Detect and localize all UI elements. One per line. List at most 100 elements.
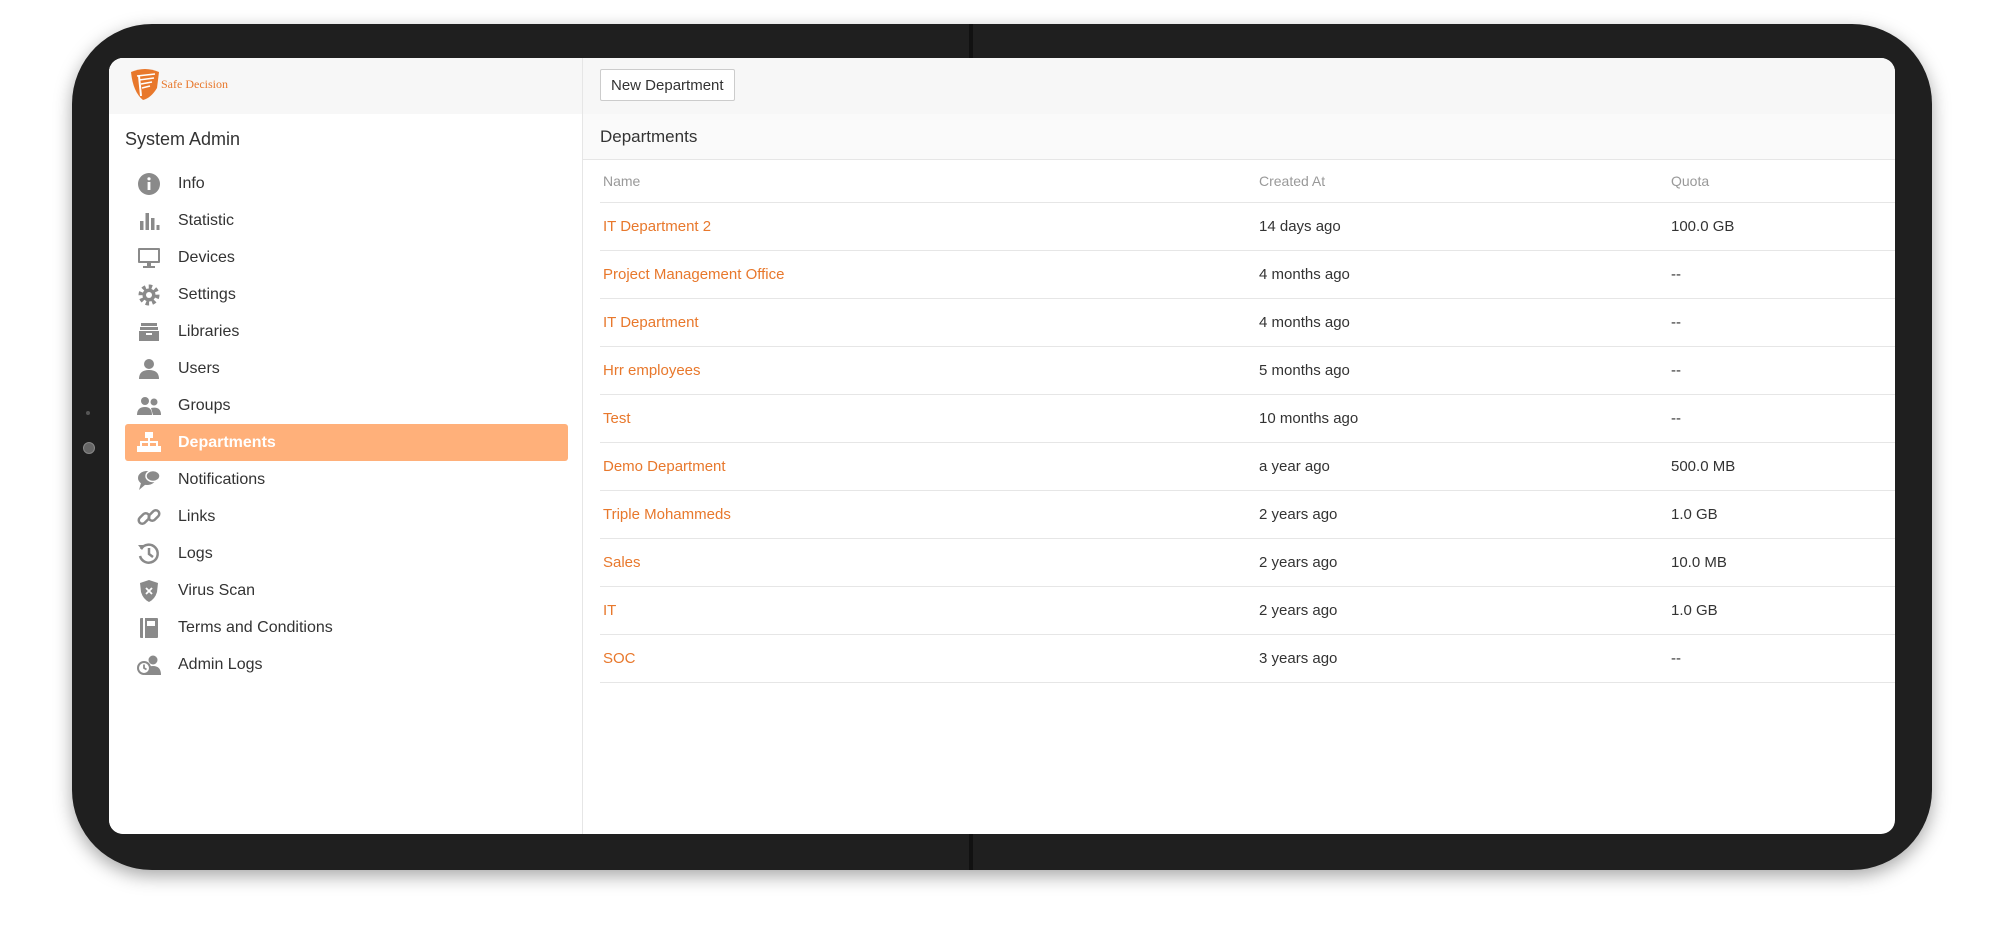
table-row[interactable]: IT 2 years ago 1.0 GB [600,586,1895,635]
sidebar-item-label: Libraries [178,322,240,340]
sidebar-item-terms[interactable]: Terms and Conditions [125,609,568,646]
created-at-cell: 2 years ago [1256,490,1668,539]
sidebar-item-statistic[interactable]: Statistic [125,202,568,239]
department-link[interactable]: IT Department [603,314,699,331]
table-row[interactable]: Hrr employees 5 months ago -- [600,346,1895,395]
sidebar-item-label: Terms and Conditions [178,618,333,636]
table-row[interactable]: IT Department 2 14 days ago 100.0 GB [600,202,1895,251]
sidebar-item-label: Virus Scan [178,581,256,599]
sensor-dot [86,411,90,415]
toolbar: New Department [583,58,1895,114]
department-link[interactable]: Test [603,410,631,427]
sidebar-nav: Info Statistic Devices Settings Librarie… [109,165,582,683]
department-link[interactable]: Project Management Office [603,266,784,283]
quota-cell: -- [1668,346,1895,395]
brand-logo[interactable]: Safe Decision [127,66,228,102]
sitemap-icon [135,430,163,456]
table-row[interactable]: Sales 2 years ago 10.0 MB [600,538,1895,587]
department-link[interactable]: Demo Department [603,458,726,475]
sidebar-item-label: Admin Logs [178,655,263,673]
logo-bar: Safe Decision [109,58,582,114]
sidebar-item-label: Departments [178,433,276,451]
sidebar-item-devices[interactable]: Devices [125,239,568,276]
departments-table: Name Created At Quota IT Department 2 14… [600,160,1895,683]
app-screen: Safe Decision System Admin Info Statisti… [109,58,1895,834]
department-link[interactable]: Sales [603,554,641,571]
created-at-cell: 4 months ago [1256,250,1668,299]
sidebar-item-info[interactable]: Info [125,165,568,202]
table-row[interactable]: Demo Department a year ago 500.0 MB [600,442,1895,491]
link-icon [135,504,163,530]
quota-cell: 100.0 GB [1668,202,1895,251]
gear-icon [135,282,163,308]
sidebar-item-label: Users [178,359,220,377]
table-row[interactable]: Project Management Office 4 months ago -… [600,250,1895,299]
quota-cell: 1.0 GB [1668,586,1895,635]
sidebar: Safe Decision System Admin Info Statisti… [109,58,583,834]
sidebar-item-label: Statistic [178,211,235,229]
quota-cell: -- [1668,394,1895,443]
quota-cell: 10.0 MB [1668,538,1895,587]
brand-name: Safe Decision [161,76,228,91]
sidebar-title: System Admin [125,129,241,149]
sidebar-item-users[interactable]: Users [125,350,568,387]
new-department-button[interactable]: New Department [600,69,735,101]
main-content: New Department Departments Name Created … [583,58,1895,834]
created-at-cell: 2 years ago [1256,538,1668,587]
created-at-cell: 4 months ago [1256,298,1668,347]
sidebar-item-logs[interactable]: Logs [125,535,568,572]
quota-cell: 1.0 GB [1668,490,1895,539]
table-row[interactable]: Test 10 months ago -- [600,394,1895,443]
sidebar-item-label: Devices [178,248,235,266]
info-icon [135,171,163,197]
table-row[interactable]: Triple Mohammeds 2 years ago 1.0 GB [600,490,1895,539]
sidebar-item-notifications[interactable]: Notifications [125,461,568,498]
department-link[interactable]: IT [603,602,616,619]
created-at-cell: 2 years ago [1256,586,1668,635]
department-link[interactable]: IT Department 2 [603,218,711,235]
bar-chart-icon [135,208,163,234]
sidebar-item-label: Info [178,174,205,192]
users-icon [135,393,163,419]
user-icon [135,356,163,382]
table-row[interactable]: SOC 3 years ago -- [600,634,1895,683]
monitor-icon [135,245,163,271]
book-icon [135,615,163,641]
archive-icon [135,319,163,345]
admin-logs-icon [135,652,163,678]
sidebar-item-admin-logs[interactable]: Admin Logs [125,646,568,683]
history-icon [135,541,163,567]
created-at-cell: 5 months ago [1256,346,1668,395]
department-link[interactable]: Hrr employees [603,362,701,379]
table-header-row: Name Created At Quota [600,160,1895,203]
quota-cell: -- [1668,634,1895,683]
department-link[interactable]: Triple Mohammeds [603,506,731,523]
sidebar-item-label: Links [178,507,216,525]
shield-logo-icon [131,69,159,100]
created-at-cell: 3 years ago [1256,634,1668,683]
sidebar-item-links[interactable]: Links [125,498,568,535]
sidebar-item-libraries[interactable]: Libraries [125,313,568,350]
sidebar-item-label: Notifications [178,470,266,488]
table-row[interactable]: IT Department 4 months ago -- [600,298,1895,347]
sidebar-item-label: Groups [178,396,231,414]
column-header-quota[interactable]: Quota [1668,160,1895,203]
sidebar-item-label: Settings [178,285,236,303]
sidebar-item-virus-scan[interactable]: Virus Scan [125,572,568,609]
quota-cell: 500.0 MB [1668,442,1895,491]
camera-lens [83,442,95,454]
sidebar-item-settings[interactable]: Settings [125,276,568,313]
created-at-cell: 10 months ago [1256,394,1668,443]
quota-cell: -- [1668,298,1895,347]
sidebar-item-groups[interactable]: Groups [125,387,568,424]
created-at-cell: 14 days ago [1256,202,1668,251]
section-title: Departments [583,114,1895,160]
column-header-name[interactable]: Name [600,160,1256,203]
quota-cell: -- [1668,250,1895,299]
created-at-cell: a year ago [1256,442,1668,491]
department-link[interactable]: SOC [603,650,636,667]
sidebar-item-departments[interactable]: Departments [125,424,568,461]
shield-icon [135,578,163,604]
sidebar-item-label: Logs [178,544,213,562]
column-header-created[interactable]: Created At [1256,160,1668,203]
